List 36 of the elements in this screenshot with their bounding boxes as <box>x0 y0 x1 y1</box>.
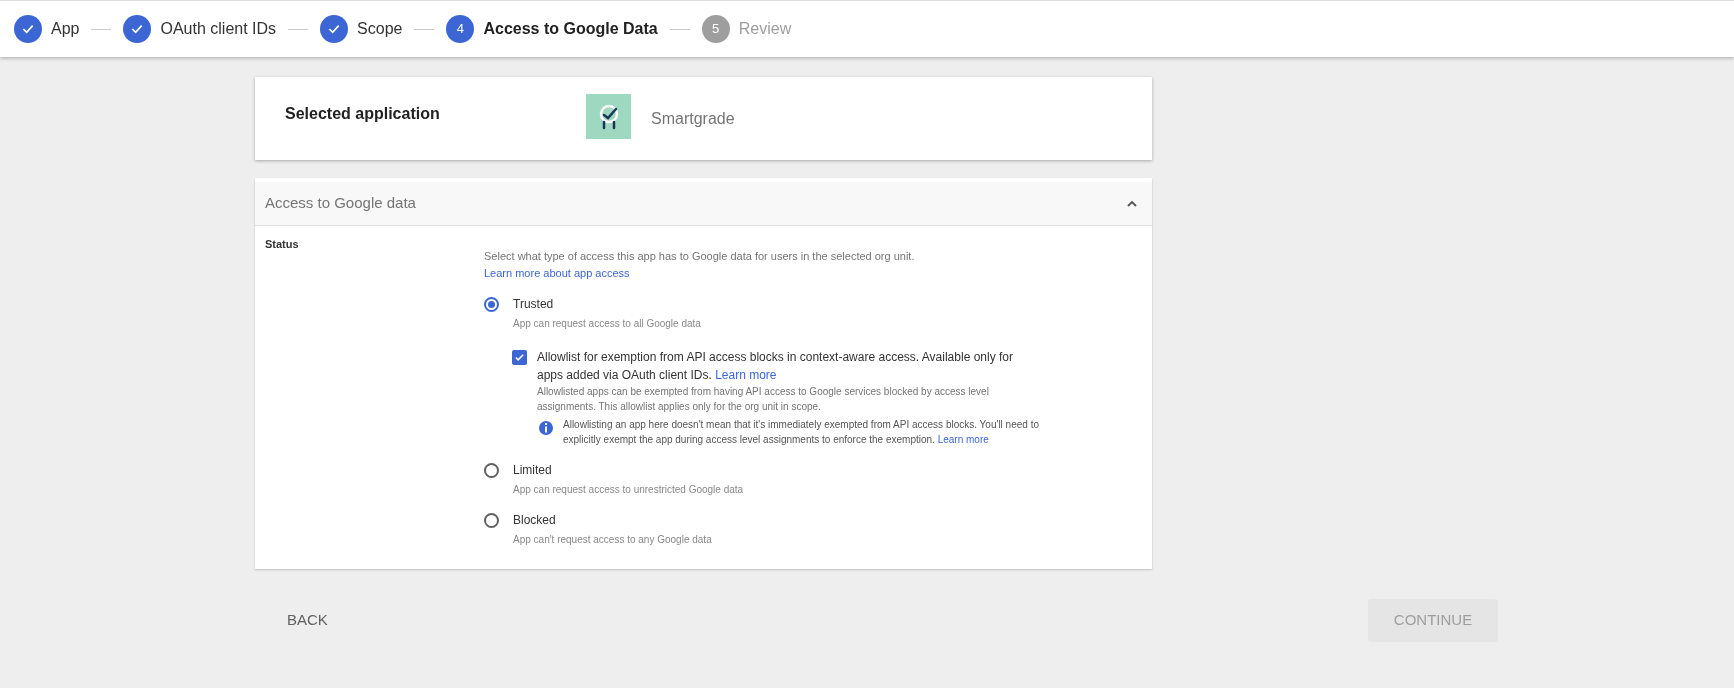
step-number: 4 <box>446 15 475 43</box>
option-description: App can request access to all Google data <box>513 317 701 331</box>
card-title: Selected application <box>285 104 441 124</box>
step-check-icon <box>123 15 152 43</box>
option-label: Limited <box>513 462 553 479</box>
description-text: Select what type of access this app has to Google data for users in the selected org unit. <box>484 249 916 264</box>
step-label[interactable]: App <box>51 17 80 41</box>
panel-title: Access to Google data <box>265 193 416 214</box>
option-label: Trusted <box>513 296 555 313</box>
checkbox[interactable] <box>512 350 527 365</box>
learn-more-link[interactable]: Learn more about app access <box>484 264 630 281</box>
status-label: Status <box>265 237 300 252</box>
step-label[interactable]: Access to Google Data <box>483 17 658 41</box>
panel-header[interactable]: Access to Google data <box>255 182 1152 226</box>
info-note: Allowlisting an app here doesn't mean that it's immediately exempted from API access blocks. You'll need to explicitly exempt the app during access level assignments to enforce the exemption. Learn more <box>563 418 1040 447</box>
option-description: App can't request access to any Google data <box>513 533 712 547</box>
allowlist-label: Allowlist for exemption from API access blocks in context-aware access. Available only for apps added via OAuth client IDs. Learn more <box>537 349 1014 384</box>
learn-more-link[interactable]: Learn more <box>937 434 989 445</box>
radio-button[interactable] <box>484 463 499 478</box>
option-description: App can request access to unrestricted Google data <box>513 483 744 497</box>
check-icon <box>514 352 525 363</box>
radio-button[interactable] <box>484 297 499 312</box>
app-logo-icon <box>586 94 631 139</box>
allowlist-description: Allowlisted apps can be exempted from having API access to Google services blocked by access level assignments. This allowlist applies only for the org unit in scope. <box>537 385 990 414</box>
step-number: 5 <box>701 15 730 43</box>
back-button[interactable]: BACK <box>255 599 360 642</box>
step-label[interactable]: OAuth client IDs <box>160 17 277 41</box>
option-label: Blocked <box>513 512 557 529</box>
step-check-icon <box>320 15 349 43</box>
radio-button[interactable] <box>484 513 499 528</box>
app-name: Smartgrade <box>651 109 735 129</box>
step-check-icon <box>14 15 42 43</box>
learn-more-link[interactable]: Learn more <box>715 368 777 382</box>
info-icon <box>539 421 553 435</box>
chevron-icon[interactable] <box>1126 199 1138 208</box>
step-label[interactable]: Scope <box>357 17 403 41</box>
